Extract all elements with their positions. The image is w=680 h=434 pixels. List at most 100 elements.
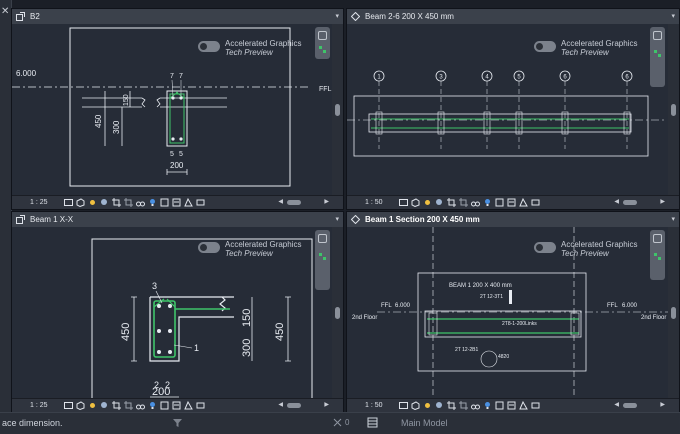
scroll-right-icon[interactable]: ▶ xyxy=(660,399,665,412)
visual-style-icon[interactable] xyxy=(76,198,85,207)
worksharing-icon[interactable] xyxy=(160,198,169,207)
temporary-properties-icon[interactable] xyxy=(172,401,181,410)
vertical-scrollbar[interactable] xyxy=(332,24,343,196)
crop-region-icon[interactable] xyxy=(124,198,133,207)
shadows-icon[interactable] xyxy=(435,401,444,410)
horizontal-scroll-thumb[interactable] xyxy=(623,200,637,205)
scroll-left-icon[interactable]: ◀ xyxy=(614,196,619,209)
zoom-icon[interactable] xyxy=(318,45,327,54)
zoom-icon[interactable] xyxy=(653,49,662,58)
accelerated-graphics-badge[interactable]: Accelerated Graphics Tech Preview xyxy=(534,240,644,260)
accelerated-graphics-badge[interactable]: Accelerated Graphics Tech Preview xyxy=(198,240,308,260)
temporary-properties-icon[interactable] xyxy=(507,401,516,410)
view-scale[interactable]: 1 : 50 xyxy=(365,196,383,209)
accelerated-graphics-toggle[interactable] xyxy=(198,242,220,253)
navigation-bar[interactable] xyxy=(315,27,330,59)
horizontal-scroll-thumb[interactable] xyxy=(287,200,301,205)
analytical-model-icon[interactable] xyxy=(519,198,528,207)
constraints-icon[interactable] xyxy=(531,198,540,207)
view-scale[interactable]: 1 : 50 xyxy=(365,399,383,412)
view-titlebar[interactable]: Beam 2-6 200 X 450 mm ▾ xyxy=(347,9,679,24)
sun-path-icon[interactable] xyxy=(88,401,97,410)
close-icon[interactable]: ✕ xyxy=(1,6,9,17)
sun-path-icon[interactable] xyxy=(423,198,432,207)
scroll-thumb[interactable] xyxy=(671,307,676,319)
analytical-model-icon[interactable] xyxy=(519,401,528,410)
shadows-icon[interactable] xyxy=(435,198,444,207)
reveal-hidden-icon[interactable] xyxy=(483,198,492,207)
view-titlebar[interactable]: Beam 1 Section 200 X 450 mm ▾ xyxy=(347,212,679,227)
temporary-hide-icon[interactable] xyxy=(136,198,145,207)
scroll-thumb[interactable] xyxy=(335,104,340,116)
temporary-hide-icon[interactable] xyxy=(471,401,480,410)
view-menu-arrow-icon[interactable]: ▾ xyxy=(335,212,339,227)
visual-style-icon[interactable] xyxy=(76,401,85,410)
view-beam-1-xx[interactable]: Beam 1 X-X ▾ 3 1 2 2 200 450 150 300 450… xyxy=(11,211,344,413)
constraints-icon[interactable] xyxy=(196,198,205,207)
crop-region-icon[interactable] xyxy=(459,198,468,207)
steering-wheel-icon[interactable] xyxy=(318,31,327,40)
vertical-scrollbar[interactable] xyxy=(668,227,679,399)
vertical-scrollbar[interactable] xyxy=(332,227,343,399)
scroll-left-icon[interactable]: ◀ xyxy=(614,399,619,412)
analytical-model-icon[interactable] xyxy=(184,198,193,207)
visual-style-icon[interactable] xyxy=(411,401,420,410)
steering-wheel-icon[interactable] xyxy=(653,234,662,243)
sun-path-icon[interactable] xyxy=(88,198,97,207)
worksharing-icon[interactable] xyxy=(160,401,169,410)
accelerated-graphics-toggle[interactable] xyxy=(198,41,220,52)
crop-view-icon[interactable] xyxy=(112,198,121,207)
constraints-icon[interactable] xyxy=(531,401,540,410)
detail-level-icon[interactable] xyxy=(64,198,73,207)
crop-view-icon[interactable] xyxy=(447,198,456,207)
horizontal-scroll-thumb[interactable] xyxy=(623,403,637,408)
accelerated-graphics-badge[interactable]: Accelerated Graphics Tech Preview xyxy=(534,39,644,59)
view-beam-2-6[interactable]: Beam 2-6 200 X 450 mm ▾ 1 3 4 5 6 6 Accelerat… xyxy=(346,8,680,210)
shadows-icon[interactable] xyxy=(100,401,109,410)
detail-level-icon[interactable] xyxy=(399,198,408,207)
horizontal-scroll-thumb[interactable] xyxy=(287,403,301,408)
navigation-bar[interactable] xyxy=(315,230,330,290)
sun-path-icon[interactable] xyxy=(423,401,432,410)
scroll-left-icon[interactable]: ◀ xyxy=(278,399,283,412)
steering-wheel-icon[interactable] xyxy=(653,31,662,40)
visual-style-icon[interactable] xyxy=(411,198,420,207)
scroll-thumb[interactable] xyxy=(335,307,340,319)
zoom-icon[interactable] xyxy=(318,252,327,261)
temporary-properties-icon[interactable] xyxy=(507,198,516,207)
navigation-bar[interactable] xyxy=(650,27,665,87)
scroll-left-icon[interactable]: ◀ xyxy=(278,196,283,209)
crop-view-icon[interactable] xyxy=(447,401,456,410)
view-scale[interactable]: 1 : 25 xyxy=(30,196,48,209)
reveal-hidden-icon[interactable] xyxy=(148,401,157,410)
view-beam-1-section[interactable]: Beam 1 Section 200 X 450 mm ▾ BEAM 1 200… xyxy=(346,211,680,413)
shadows-icon[interactable] xyxy=(100,198,109,207)
filter-icon[interactable] xyxy=(172,417,183,428)
zoom-icon[interactable] xyxy=(653,252,662,261)
reveal-hidden-icon[interactable] xyxy=(148,198,157,207)
view-titlebar[interactable]: B2 ▾ xyxy=(12,9,343,24)
accelerated-graphics-badge[interactable]: Accelerated Graphics Tech Preview xyxy=(198,39,308,59)
view-menu-arrow-icon[interactable]: ▾ xyxy=(671,212,675,227)
crop-region-icon[interactable] xyxy=(124,401,133,410)
temporary-hide-icon[interactable] xyxy=(471,198,480,207)
active-model[interactable]: Main Model xyxy=(401,418,448,428)
view-b2[interactable]: B2 ▾ 6.000 7 7 5 5 200 450 300 150 FFL A… xyxy=(11,8,344,210)
scroll-right-icon[interactable]: ▶ xyxy=(660,196,665,209)
navigation-bar[interactable] xyxy=(650,230,665,280)
accelerated-graphics-toggle[interactable] xyxy=(534,242,556,253)
worksharing-icon[interactable] xyxy=(495,198,504,207)
crop-view-icon[interactable] xyxy=(112,401,121,410)
detail-level-icon[interactable] xyxy=(64,401,73,410)
steering-wheel-icon[interactable] xyxy=(318,234,327,243)
detail-level-icon[interactable] xyxy=(399,401,408,410)
crop-region-icon[interactable] xyxy=(459,401,468,410)
worksharing-icon[interactable] xyxy=(495,401,504,410)
view-titlebar[interactable]: Beam 1 X-X ▾ xyxy=(12,212,343,227)
workset-icon[interactable] xyxy=(367,417,378,428)
vertical-scrollbar[interactable] xyxy=(668,24,679,196)
temporary-hide-icon[interactable] xyxy=(136,401,145,410)
view-menu-arrow-icon[interactable]: ▾ xyxy=(671,9,675,24)
constraints-icon[interactable] xyxy=(196,401,205,410)
design-options-icon[interactable] xyxy=(332,417,343,428)
